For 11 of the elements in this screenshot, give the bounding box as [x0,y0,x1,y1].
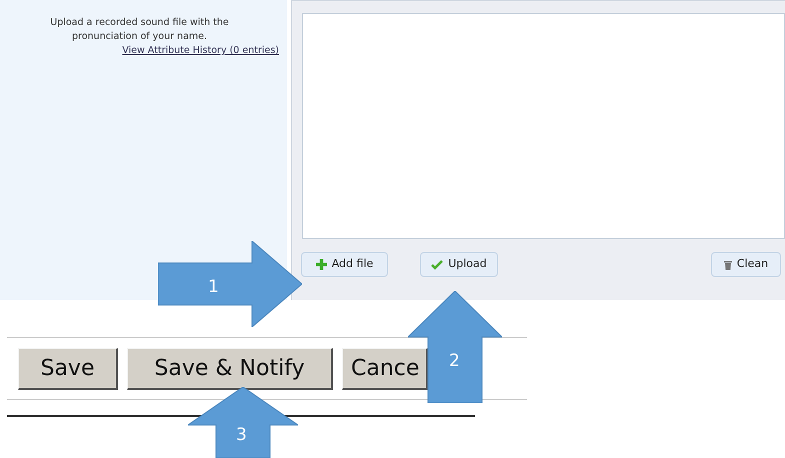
uploader-button[interactable]: Upload [420,252,498,277]
form-button[interactable]: Save & Notify [127,348,333,390]
uploader-button[interactable]: Clean [711,252,781,277]
step-number: 2 [449,353,460,370]
upload-description: Upload a recorded sound file with the pronunciation of your name. [49,16,230,44]
form-button[interactable]: Save [18,348,118,390]
uploader-button[interactable]: Add file [301,252,388,277]
step-number: 3 [236,427,247,444]
history-link[interactable]: View Attribute History (0 entries) [122,44,279,58]
form-button[interactable]: Cance [342,348,428,390]
step-number: 1 [208,279,219,296]
